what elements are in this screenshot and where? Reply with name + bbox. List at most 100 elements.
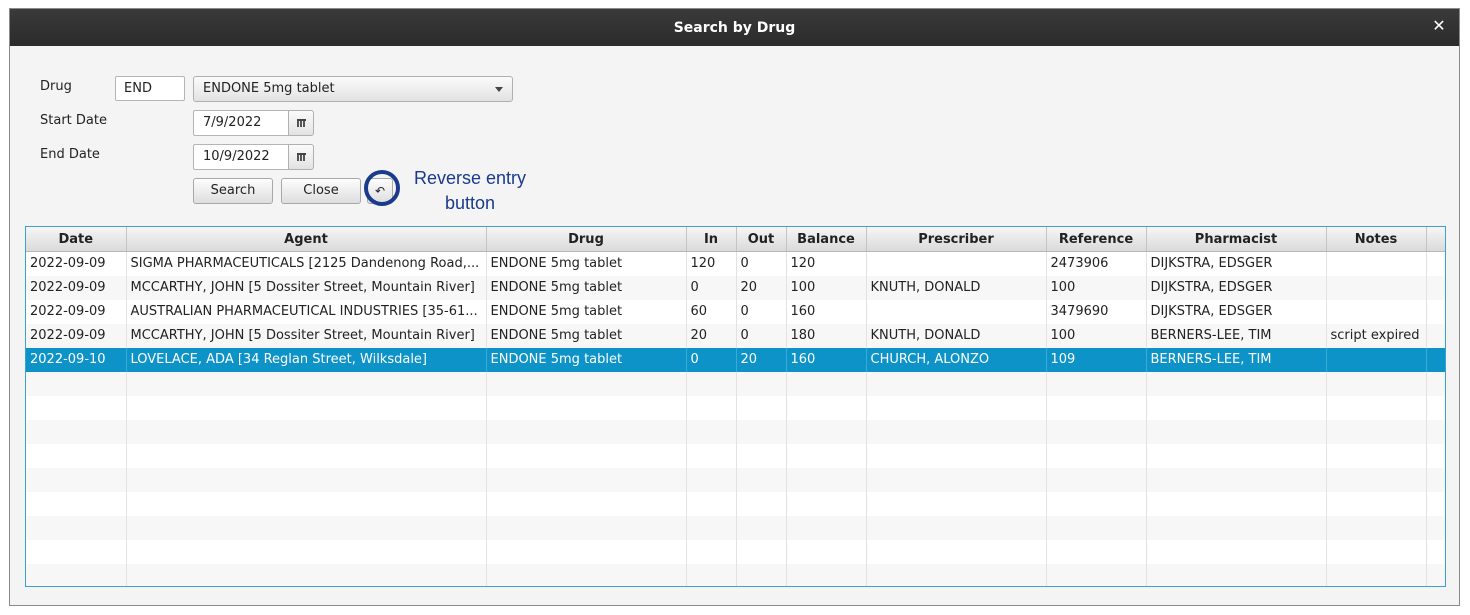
cell-notes — [1326, 515, 1427, 540]
table-row[interactable]: 2022-09-09 MCCARTHY, JOHN [5 Dossiter Str… — [26, 275, 1445, 300]
cell-balance: 120 — [786, 251, 867, 276]
drug-code-input[interactable]: END — [115, 76, 185, 101]
cell-drug — [486, 563, 687, 586]
cell-balance: 180 — [786, 323, 867, 348]
cell-drug — [486, 419, 687, 444]
cell-agent: SIGMA PHARMACEUTICALS [2125 Dandenong Ro… — [126, 251, 487, 276]
cell-filler — [1426, 323, 1445, 348]
cell-notes — [1326, 251, 1427, 276]
cell-drug: ENDONE 5mg tablet — [486, 251, 687, 276]
end-date-picker[interactable]: 10/9/2022 — [193, 144, 314, 170]
cell-date — [26, 443, 127, 468]
cell-in: 0 — [686, 275, 737, 300]
cell-balance — [786, 515, 867, 540]
cell-balance: 100 — [786, 275, 867, 300]
close-button[interactable]: Close — [281, 178, 361, 204]
cell-notes — [1326, 299, 1427, 324]
calendar-icon — [296, 153, 306, 161]
cell-date — [26, 467, 127, 492]
column-header-drug[interactable]: Drug — [486, 227, 687, 252]
column-header-balance[interactable]: Balance — [786, 227, 867, 252]
cell-pharmacist: BERNERS-LEE, TIM — [1146, 347, 1327, 372]
cell-in — [686, 467, 737, 492]
column-header-notes[interactable]: Notes — [1326, 227, 1427, 252]
column-header-prescriber[interactable]: Prescriber — [866, 227, 1047, 252]
cell-reference — [1046, 371, 1147, 396]
cell-reference — [1046, 491, 1147, 516]
cell-out: 20 — [736, 275, 787, 300]
cell-notes — [1326, 371, 1427, 396]
empty-table-row — [26, 467, 1445, 492]
cell-filler — [1426, 515, 1445, 540]
cell-prescriber — [866, 251, 1047, 276]
cell-pharmacist — [1146, 467, 1327, 492]
empty-table-row — [26, 395, 1445, 420]
cell-agent — [126, 563, 487, 586]
end-date-calendar-button[interactable] — [288, 144, 314, 170]
column-header-agent[interactable]: Agent — [126, 227, 487, 252]
cell-balance — [786, 371, 867, 396]
start-date-input[interactable]: 7/9/2022 — [193, 110, 288, 136]
cell-drug — [486, 371, 687, 396]
cell-drug: ENDONE 5mg tablet — [486, 323, 687, 348]
cell-out: 20 — [736, 347, 787, 372]
cell-out — [736, 395, 787, 420]
title-bar[interactable]: Search by Drug ✕ — [10, 9, 1459, 46]
cell-filler — [1426, 275, 1445, 300]
search-button[interactable]: Search — [193, 178, 273, 204]
cell-filler — [1426, 563, 1445, 586]
cell-pharmacist — [1146, 395, 1327, 420]
cell-agent: MCCARTHY, JOHN [5 Dossiter Street, Mount… — [126, 323, 487, 348]
cell-in: 20 — [686, 323, 737, 348]
cell-filler — [1426, 491, 1445, 516]
reverse-entry-button[interactable]: ↶ — [367, 178, 393, 204]
cell-date: 2022-09-09 — [26, 251, 127, 276]
cell-filler — [1426, 299, 1445, 324]
table-row[interactable]: 2022-09-09 MCCARTHY, JOHN [5 Dossiter Str… — [26, 323, 1445, 348]
cell-date — [26, 491, 127, 516]
cell-notes — [1326, 347, 1427, 372]
column-header-reference[interactable]: Reference — [1046, 227, 1147, 252]
cell-out — [736, 419, 787, 444]
cell-out — [736, 467, 787, 492]
cell-out — [736, 491, 787, 516]
cell-agent — [126, 491, 487, 516]
cell-prescriber: CHURCH, ALONZO — [866, 347, 1047, 372]
cell-notes — [1326, 491, 1427, 516]
cell-in — [686, 539, 737, 564]
cell-out — [736, 515, 787, 540]
cell-notes — [1326, 539, 1427, 564]
column-header-out[interactable]: Out — [736, 227, 787, 252]
annotation-label: Reverse entry button — [402, 166, 538, 216]
cell-filler — [1426, 347, 1445, 372]
cell-notes — [1326, 467, 1427, 492]
cell-prescriber — [866, 299, 1047, 324]
cell-prescriber: KNUTH, DONALD — [866, 323, 1047, 348]
window-title: Search by Drug — [673, 19, 796, 36]
cell-balance — [786, 539, 867, 564]
cell-in — [686, 515, 737, 540]
empty-table-row — [26, 371, 1445, 396]
table-row[interactable]: 2022-09-09 AUSTRALIAN PHARMACEUTICAL INDU… — [26, 299, 1445, 324]
empty-table-row — [26, 419, 1445, 444]
start-date-calendar-button[interactable] — [288, 110, 314, 136]
column-header-in[interactable]: In — [686, 227, 737, 252]
cell-pharmacist: DIJKSTRA, EDSGER — [1146, 299, 1327, 324]
close-icon[interactable]: ✕ — [1431, 18, 1447, 34]
start-date-picker[interactable]: 7/9/2022 — [193, 110, 314, 136]
column-header-pharmacist[interactable]: Pharmacist — [1146, 227, 1327, 252]
table-row[interactable]: 2022-09-10 LOVELACE, ADA [34 Reglan Stree… — [26, 347, 1445, 372]
cell-in: 120 — [686, 251, 737, 276]
cell-prescriber — [866, 515, 1047, 540]
column-header-date[interactable]: Date — [26, 227, 127, 252]
cell-reference — [1046, 395, 1147, 420]
cell-balance — [786, 491, 867, 516]
table-row[interactable]: 2022-09-09 SIGMA PHARMACEUTICALS [2125 Da… — [26, 251, 1445, 276]
cell-out: 0 — [736, 323, 787, 348]
cell-filler — [1426, 395, 1445, 420]
cell-agent — [126, 515, 487, 540]
drug-select[interactable]: ENDONE 5mg tablet — [193, 76, 513, 102]
start-date-label: Start Date — [40, 113, 107, 128]
cell-drug — [486, 539, 687, 564]
end-date-input[interactable]: 10/9/2022 — [193, 144, 288, 170]
